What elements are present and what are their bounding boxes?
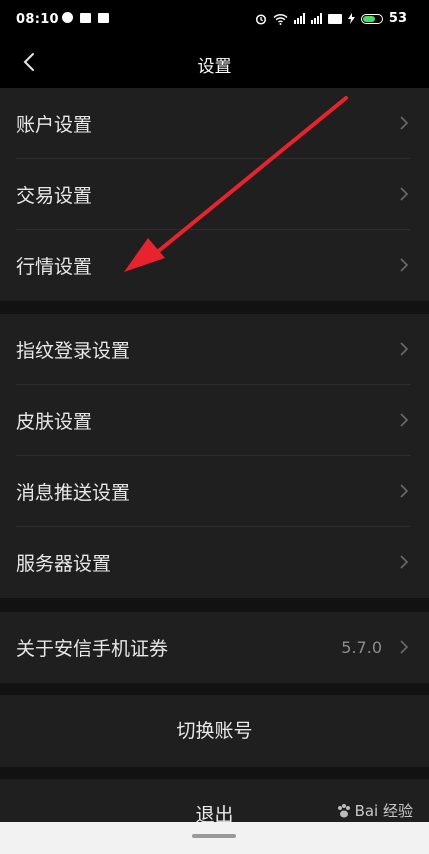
home-indicator[interactable] <box>192 834 236 838</box>
row-label: 账户设置 <box>16 114 93 136</box>
row-account-settings[interactable]: 账户设置 <box>16 88 410 159</box>
chevron-right-icon <box>400 413 409 427</box>
row-label: 行情设置 <box>16 256 93 278</box>
battery-level: 53 <box>388 11 407 26</box>
row-push-settings[interactable]: 消息推送设置 <box>16 456 410 527</box>
row-label: 服务器设置 <box>16 553 112 575</box>
wifi-icon <box>273 13 288 25</box>
paw-icon <box>337 803 350 817</box>
charging-icon <box>347 13 355 24</box>
chevron-right-icon <box>400 116 409 130</box>
status-right-icons: 53 <box>255 11 407 26</box>
chevron-right-icon <box>400 484 409 498</box>
watermark-text: Bai 经验 <box>354 802 413 820</box>
settings-group-app: 指纹登录设置 皮肤设置 消息推送设置 服务器设置 <box>0 314 429 598</box>
page-title: 设置 <box>197 57 232 77</box>
row-label: 关于安信手机证券 <box>16 638 169 660</box>
app-header: 设置 <box>0 40 429 88</box>
chevron-right-icon <box>400 342 409 356</box>
document-icon <box>98 12 109 23</box>
chevron-right-icon <box>400 640 409 654</box>
row-server-settings[interactable]: 服务器设置 <box>16 527 410 598</box>
chevron-right-icon <box>400 555 409 569</box>
signal-icon-2 <box>310 13 322 24</box>
switch-account-button[interactable]: 切换账号 <box>0 695 429 767</box>
row-label: 消息推送设置 <box>16 482 131 504</box>
system-nav-bar <box>0 822 429 854</box>
status-time: 08:10 <box>16 12 59 27</box>
settings-group-trading: 账户设置 交易设置 行情设置 <box>0 88 429 301</box>
row-skin-settings[interactable]: 皮肤设置 <box>16 385 410 456</box>
status-left-icons <box>62 12 109 23</box>
chevron-right-icon <box>400 187 409 201</box>
battery-icon <box>360 13 383 24</box>
row-fingerprint-login[interactable]: 指纹登录设置 <box>16 314 410 385</box>
notification-icon <box>80 12 91 23</box>
status-bar: 08:10 53 <box>0 0 429 40</box>
sim-icon <box>327 13 342 24</box>
row-market-settings[interactable]: 行情设置 <box>16 230 410 301</box>
row-trade-settings[interactable]: 交易设置 <box>16 159 410 230</box>
signal-icon <box>293 13 305 24</box>
message-icon <box>62 12 73 23</box>
row-label: 交易设置 <box>16 185 93 207</box>
version-value: 5.7.0 <box>341 638 382 657</box>
settings-group-about: 关于安信手机证券 5.7.0 <box>0 612 429 683</box>
chevron-right-icon <box>400 258 409 272</box>
row-label: 皮肤设置 <box>16 411 93 433</box>
row-label: 指纹登录设置 <box>16 340 131 362</box>
row-about[interactable]: 关于安信手机证券 5.7.0 <box>16 612 410 683</box>
alarm-icon <box>255 13 266 25</box>
watermark: Bai 经验 <box>336 800 413 821</box>
